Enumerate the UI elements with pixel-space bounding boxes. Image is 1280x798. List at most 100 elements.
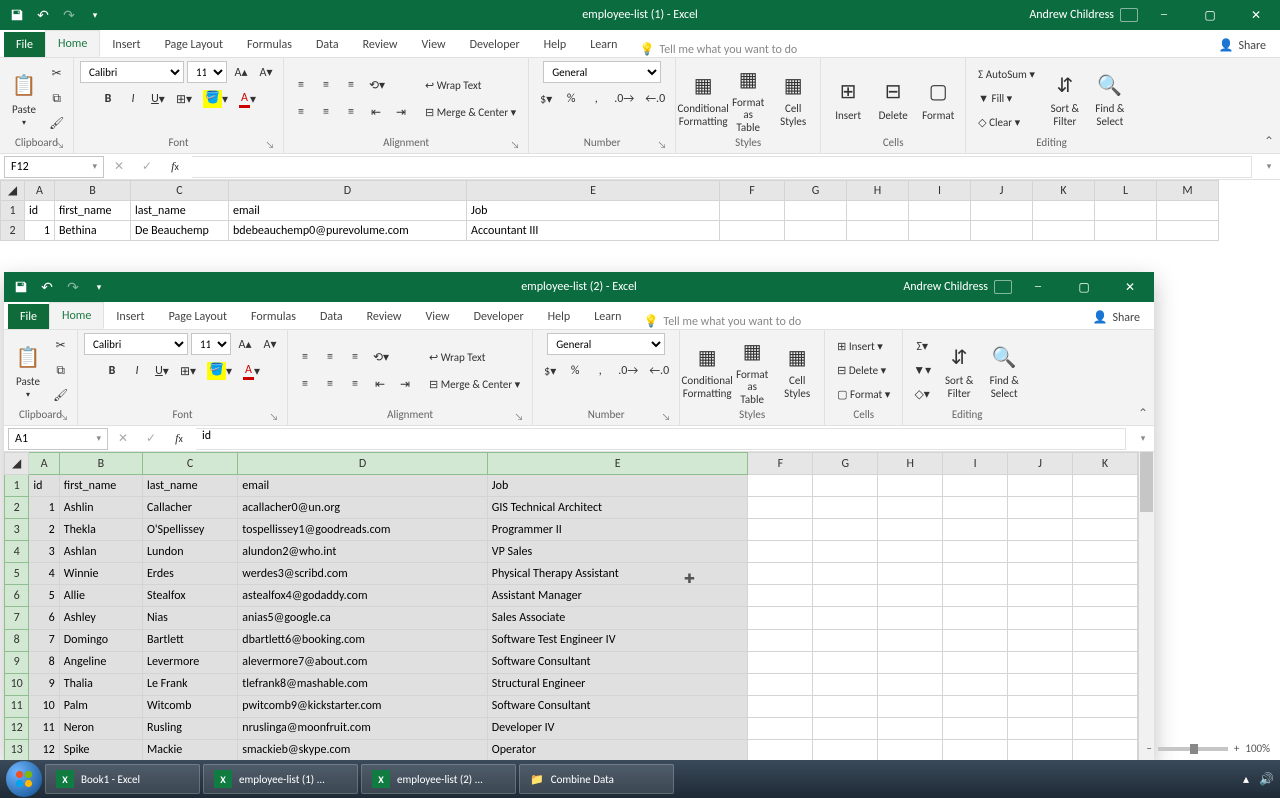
zoom-out-icon[interactable]: − [1146, 742, 1151, 755]
cell[interactable]: 1 [25, 221, 55, 241]
cell[interactable] [813, 585, 878, 607]
undo-icon[interactable]: ↶ [32, 4, 54, 26]
column-header[interactable]: K [1073, 453, 1138, 475]
tab-developer[interactable]: Developer [462, 304, 536, 329]
cell[interactable] [943, 651, 1008, 673]
cell[interactable]: astealfox4@godaddy.com [238, 585, 488, 607]
wrap-text-button[interactable]: ↩ Wrap Text [423, 346, 526, 368]
cell[interactable]: Domingo [59, 629, 142, 651]
cell[interactable] [1008, 629, 1073, 651]
cell[interactable] [1073, 673, 1138, 695]
cell[interactable]: 7 [29, 629, 59, 651]
cell-styles-button[interactable]: ▦CellStyles [772, 67, 814, 129]
paste-button[interactable]: 📋Paste▾ [10, 339, 46, 402]
row-header[interactable]: 1 [1, 201, 25, 221]
column-header[interactable]: B [55, 181, 131, 201]
cell[interactable] [847, 201, 909, 221]
cell[interactable] [813, 629, 878, 651]
column-header[interactable]: H [878, 453, 943, 475]
select-all-corner[interactable]: ◢ [1, 181, 25, 201]
tab-view[interactable]: View [414, 304, 462, 329]
cell[interactable]: Neron [59, 717, 142, 739]
tab-review[interactable]: Review [355, 304, 414, 329]
cell[interactable] [748, 739, 813, 761]
number-format-select[interactable]: General [547, 333, 665, 355]
cell[interactable] [1008, 673, 1073, 695]
cell[interactable] [943, 717, 1008, 739]
cell[interactable] [1008, 585, 1073, 607]
column-header[interactable]: A [25, 181, 55, 201]
cell[interactable] [813, 673, 878, 695]
decrease-decimal-icon[interactable]: ←.0 [641, 88, 669, 110]
align-left-icon[interactable]: ≡ [290, 101, 312, 123]
cell[interactable] [813, 695, 878, 717]
cell[interactable]: Bethina [55, 221, 131, 241]
tell-me-search[interactable]: 💡Tell me what you want to do [633, 314, 1078, 329]
save-icon[interactable] [10, 276, 32, 298]
cell[interactable] [813, 607, 878, 629]
row-header[interactable]: 12 [5, 717, 29, 739]
increase-decimal-icon[interactable]: .0→ [610, 88, 638, 110]
tab-help[interactable]: Help [532, 32, 579, 57]
tab-formulas[interactable]: Formulas [235, 32, 304, 57]
cell[interactable]: 1 [29, 497, 59, 519]
cell[interactable]: Nias [142, 607, 237, 629]
wrap-text-button[interactable]: ↩ Wrap Text [419, 74, 522, 96]
cell[interactable] [748, 607, 813, 629]
fill-color-button[interactable]: 🪣▾ [199, 88, 232, 110]
row-header[interactable]: 9 [5, 651, 29, 673]
clear-button[interactable]: ◇ Clear ▾ [972, 112, 1041, 134]
align-bottom-icon[interactable]: ≡ [344, 346, 366, 368]
cell[interactable] [1008, 519, 1073, 541]
tab-formulas[interactable]: Formulas [239, 304, 308, 329]
cell[interactable]: 10 [29, 695, 59, 717]
font-name-select[interactable]: Calibri [84, 333, 188, 355]
cell[interactable]: alevermore7@about.com [238, 651, 488, 673]
increase-indent-icon[interactable]: ⇥ [390, 101, 412, 123]
cell[interactable] [943, 585, 1008, 607]
cell[interactable] [1073, 739, 1138, 761]
cell[interactable]: 9 [29, 673, 59, 695]
cell[interactable] [1073, 475, 1138, 497]
cell[interactable] [785, 201, 847, 221]
format-as-table-button[interactable]: ▦Format asTable [731, 333, 773, 407]
cell[interactable]: Software Consultant [487, 695, 748, 717]
font-color-button[interactable]: A▾ [239, 360, 264, 382]
font-name-select[interactable]: Calibri [80, 61, 184, 83]
tab-file[interactable]: File [8, 304, 49, 329]
cell[interactable]: 2 [29, 519, 59, 541]
cell[interactable] [748, 629, 813, 651]
dialog-launcher-icon[interactable]: ↘ [53, 138, 67, 152]
cell[interactable] [720, 221, 785, 241]
cell[interactable] [748, 717, 813, 739]
cell[interactable] [1008, 475, 1073, 497]
cell[interactable]: acallacher0@un.org [238, 497, 488, 519]
qat-customize-icon[interactable]: ▾ [88, 276, 110, 298]
maximize-button[interactable]: ▢ [1190, 0, 1230, 30]
delete-cells-button[interactable]: ⊟ Delete ▾ [831, 360, 896, 382]
align-bottom-icon[interactable]: ≡ [340, 74, 362, 96]
cell[interactable]: 4 [29, 563, 59, 585]
cancel-formula-icon[interactable]: ✕ [112, 428, 134, 450]
tab-page-layout[interactable]: Page Layout [153, 32, 235, 57]
cell[interactable]: Angeline [59, 651, 142, 673]
row-header[interactable]: 7 [5, 607, 29, 629]
cell[interactable] [1073, 717, 1138, 739]
cell[interactable] [813, 541, 878, 563]
cell[interactable] [943, 563, 1008, 585]
taskbar-item[interactable]: XBook1 - Excel [45, 764, 200, 794]
column-header[interactable]: I [943, 453, 1008, 475]
minimize-button[interactable]: ─ [1144, 0, 1184, 30]
align-middle-icon[interactable]: ≡ [319, 346, 341, 368]
cell[interactable]: tlefrank8@mashable.com [238, 673, 488, 695]
cell[interactable]: Lundon [142, 541, 237, 563]
cell[interactable] [1073, 541, 1138, 563]
spreadsheet-grid[interactable]: ◢ABCDEFGHIJK1idfirst_namelast_nameemailJ… [4, 452, 1154, 762]
sort-filter-button[interactable]: ⇵Sort &Filter [1044, 67, 1086, 129]
row-header[interactable]: 13 [5, 739, 29, 761]
cell[interactable] [1073, 563, 1138, 585]
fx-icon[interactable]: fx [164, 156, 186, 178]
format-painter-icon[interactable]: 🖌 [49, 385, 72, 407]
cell[interactable] [943, 475, 1008, 497]
align-right-icon[interactable]: ≡ [340, 101, 362, 123]
